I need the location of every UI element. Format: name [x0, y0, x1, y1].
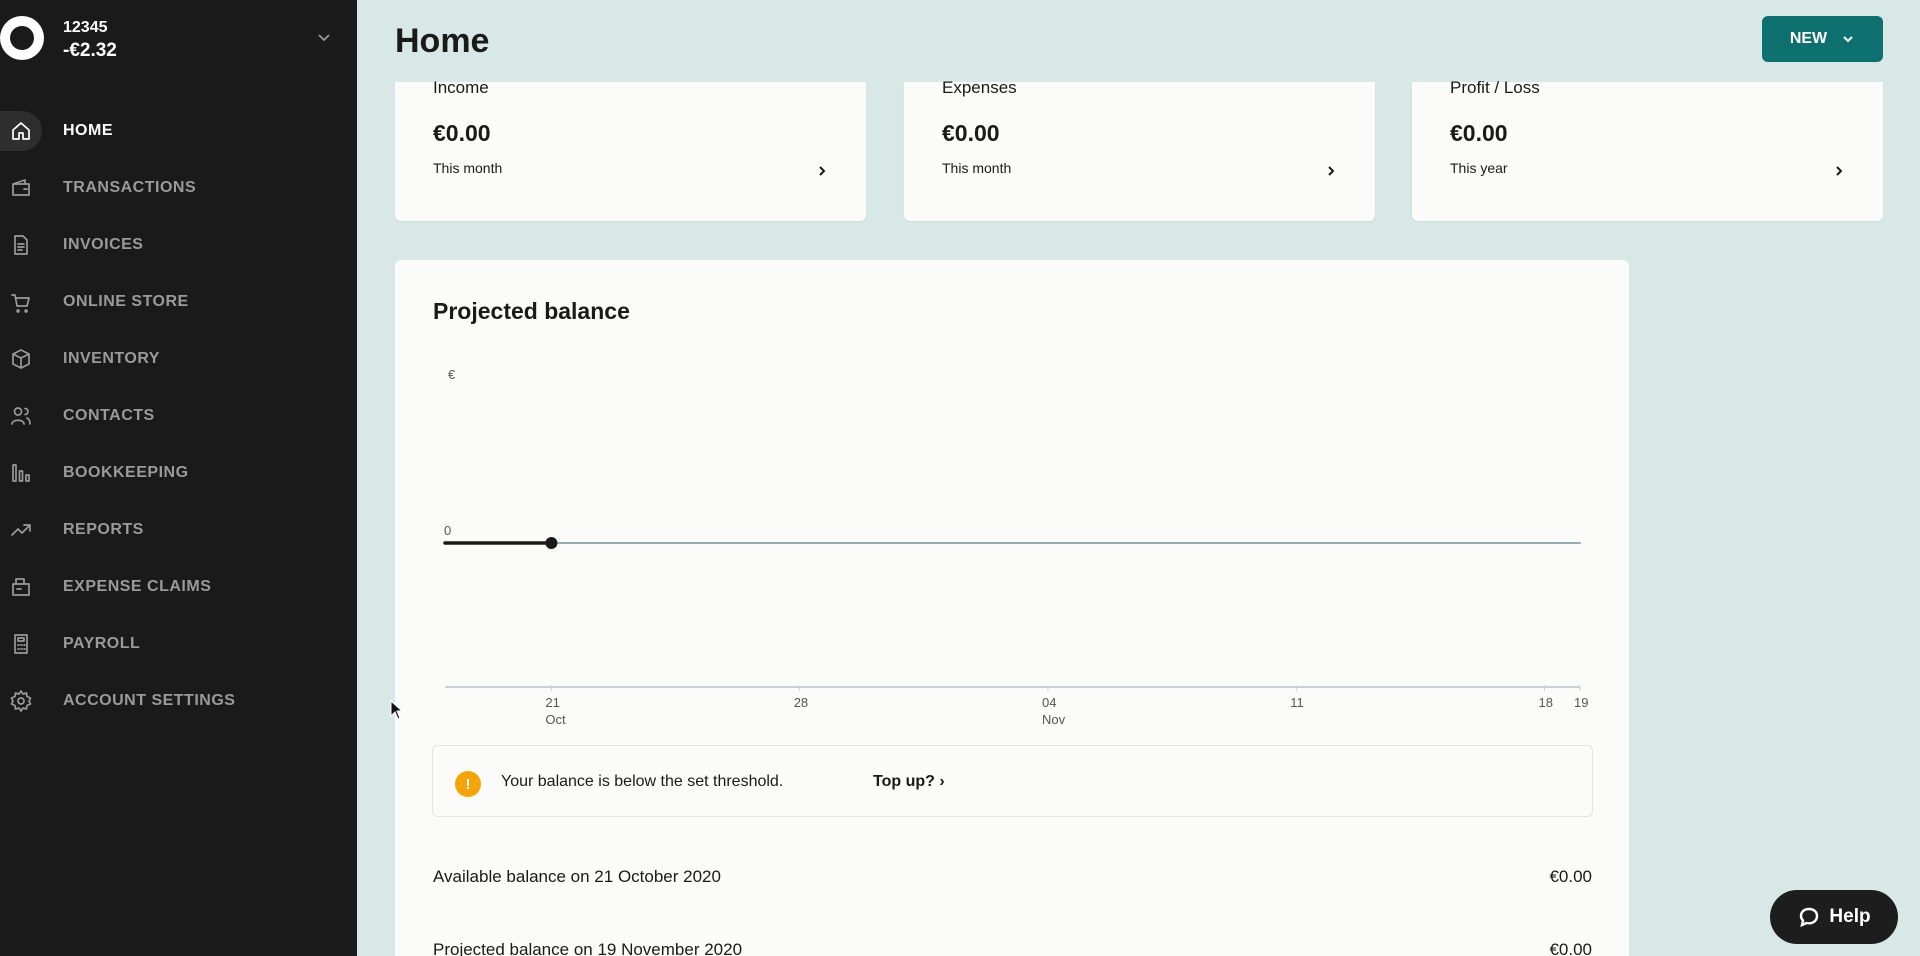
card-period: This month	[433, 160, 503, 176]
sidebar-item-label: TRANSACTIONS	[63, 178, 197, 196]
sidebar-item-invoices[interactable]: INVOICES	[0, 216, 357, 273]
card-value: €0.00	[942, 120, 1000, 146]
projected-balance-row: Projected balance on 19 November 2020 €0…	[433, 940, 1592, 956]
row-label: Projected balance on 19 November 2020	[433, 940, 743, 956]
chevron-right-icon	[1833, 164, 1845, 176]
logo-icon	[0, 16, 44, 60]
cart-icon	[0, 282, 42, 322]
chevron-right-icon	[1325, 164, 1337, 176]
x-tick-label: 18	[1539, 695, 1553, 710]
sidebar-item-label: ONLINE STORE	[63, 292, 189, 310]
sidebar-item-home[interactable]: HOME	[0, 102, 357, 159]
row-label: Available balance on 21 October 2020	[433, 867, 721, 886]
account-balance: -€2.32	[63, 40, 117, 61]
gear-icon	[0, 681, 42, 721]
chevron-right-icon	[816, 164, 828, 176]
x-ticks: 21 Oct 28 04 Nov 11 18 19	[545, 685, 1588, 727]
sidebar-item-label: PAYROLL	[63, 634, 141, 652]
card-value: €0.00	[1450, 120, 1508, 146]
projected-balance-panel: Projected balance € 0 21 Oct 28 04 Nov 11 18 19…	[395, 260, 1629, 956]
current-balance-point[interactable]	[545, 537, 558, 549]
card-title: Profit / Loss	[1450, 78, 1540, 97]
sidebar-item-bookkeeping[interactable]: BOOKKEEPING	[0, 444, 357, 501]
sidebar-item-label: EXPENSE CLAIMS	[63, 577, 212, 595]
receipt-wallet-icon	[0, 567, 42, 607]
help-button[interactable]: Help	[1770, 890, 1898, 944]
y-tick-label: 0	[444, 523, 451, 538]
sidebar-item-reports[interactable]: REPORTS	[0, 501, 357, 558]
sidebar: 12345 -€2.32 HOME TRANSACTIONS INVOICES …	[0, 0, 357, 956]
series	[443, 537, 1581, 549]
sidebar-item-inventory[interactable]: INVENTORY	[0, 330, 357, 387]
bar-chart-icon	[0, 453, 42, 493]
row-value: €0.00	[1549, 867, 1592, 886]
x-tick-month-label: Nov	[1042, 712, 1066, 727]
x-tick-month-label: Oct	[545, 712, 566, 727]
x-tick-label: 19	[1574, 695, 1588, 710]
x-tick-label: 04	[1042, 695, 1056, 710]
sidebar-item-contacts[interactable]: CONTACTS	[0, 387, 357, 444]
sidebar-item-label: ACCOUNT SETTINGS	[63, 691, 236, 709]
sidebar-item-label: INVOICES	[63, 235, 144, 253]
card-title: Income	[433, 78, 489, 97]
page-title: Home	[395, 22, 490, 60]
sidebar-item-label: HOME	[63, 121, 113, 139]
document-icon	[0, 225, 42, 265]
box-icon	[0, 339, 42, 379]
account-id: 12345	[63, 19, 108, 36]
x-tick-label: 11	[1290, 695, 1304, 710]
sidebar-nav: HOME TRANSACTIONS INVOICES ONLINE STORE …	[0, 102, 357, 729]
sidebar-item-payroll[interactable]: PAYROLL	[0, 615, 357, 672]
card-value: €0.00	[433, 120, 491, 146]
sidebar-item-label: CONTACTS	[63, 406, 155, 424]
profit-loss-card[interactable]: Profit / Loss €0.00 This year	[1412, 78, 1883, 221]
expenses-card[interactable]: Expenses €0.00 This month	[904, 78, 1375, 221]
chevron-down-icon[interactable]	[317, 30, 331, 44]
available-balance-row: Available balance on 21 October 2020 €0.…	[433, 867, 1592, 887]
sidebar-item-online-store[interactable]: ONLINE STORE	[0, 273, 357, 330]
alert-text: Your balance is below the set threshold.	[501, 773, 784, 790]
sidebar-item-label: INVENTORY	[63, 349, 160, 367]
home-icon	[0, 111, 42, 151]
card-title: Expenses	[942, 78, 1017, 97]
y-axis-unit: €	[448, 367, 456, 382]
income-card[interactable]: Income €0.00 This month	[395, 78, 866, 221]
trend-icon	[0, 510, 42, 550]
people-icon	[0, 396, 42, 436]
wallet-icon	[0, 168, 42, 208]
calculator-icon	[0, 624, 42, 664]
sidebar-item-label: REPORTS	[63, 520, 144, 538]
sidebar-item-expense-claims[interactable]: EXPENSE CLAIMS	[0, 558, 357, 615]
account-switcher[interactable]: 12345 -€2.32	[0, 0, 357, 80]
card-period: This year	[1450, 160, 1508, 176]
x-tick-label: 28	[794, 695, 808, 710]
mouse-cursor-icon	[390, 700, 404, 720]
chevron-down-icon	[1843, 36, 1853, 43]
sidebar-item-transactions[interactable]: TRANSACTIONS	[0, 159, 357, 216]
top-up-link[interactable]: Top up? ›	[873, 773, 945, 791]
help-label: Help	[1829, 906, 1871, 927]
threshold-alert: ! Your balance is below the set threshol…	[432, 745, 1593, 817]
sidebar-item-label: BOOKKEEPING	[63, 463, 189, 481]
x-tick-label: 21	[545, 695, 559, 710]
row-value: €0.00	[1549, 940, 1592, 956]
new-button[interactable]: NEW	[1762, 16, 1883, 62]
new-button-label: NEW	[1789, 30, 1828, 47]
card-period: This month	[942, 160, 1012, 176]
warning-icon: !	[455, 771, 481, 797]
chat-bubble-icon	[1800, 907, 1819, 928]
sidebar-item-account-settings[interactable]: ACCOUNT SETTINGS	[0, 672, 357, 729]
projected-balance-chart: € 0 21 Oct 28 04 Nov 11 18 19	[443, 367, 1588, 727]
